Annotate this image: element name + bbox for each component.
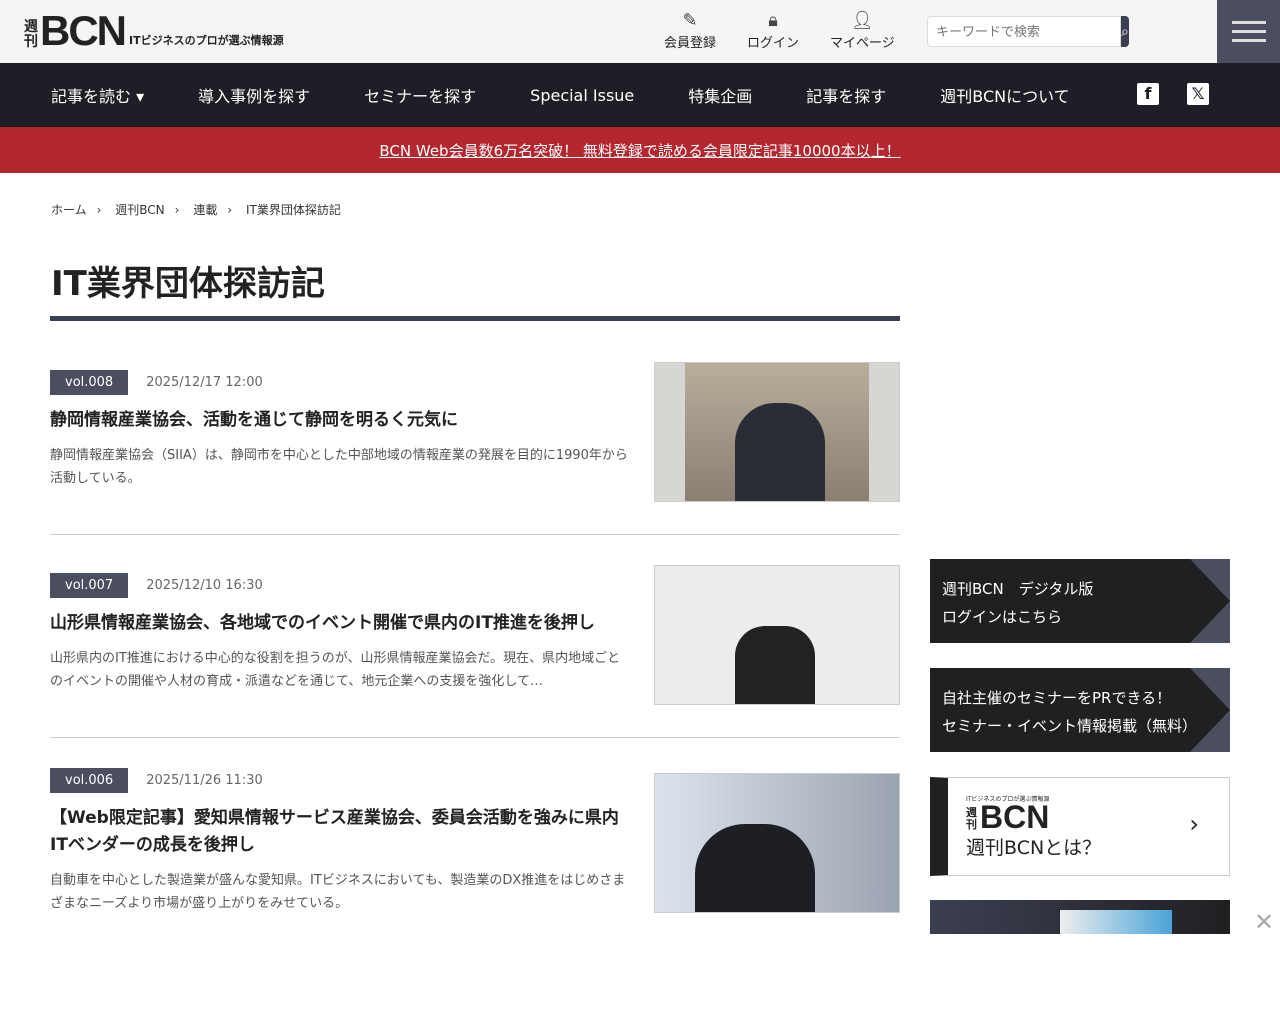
- close-icon[interactable]: ✕: [1254, 908, 1274, 936]
- page-title: IT業界団体探訪記: [51, 264, 325, 304]
- seminar-pr-banner[interactable]: 自社主催のセミナーをPRできる！ セミナー・イベント情報掲載（無料）: [930, 668, 1230, 752]
- search-form: ⌕: [927, 16, 1129, 47]
- article-item[interactable]: vol.006 2025/11/26 11:30 【Web限定記事】愛知県情報サー…: [50, 768, 900, 915]
- main-nav: 記事を読む ▾ 導入事例を探す セミナーを探す Special Issue 特集…: [0, 63, 1280, 127]
- nav-seminars[interactable]: セミナーを探す: [364, 83, 476, 107]
- mypage-button[interactable]: 👤︎ マイページ: [830, 10, 895, 51]
- nav-features[interactable]: 特集企画: [688, 83, 752, 107]
- ad-banner[interactable]: [930, 900, 1230, 934]
- site-logo[interactable]: 週刊 BCN ITビジネスのプロが選ぶ情報源: [24, 10, 284, 52]
- chevron-right-icon: ›: [1189, 810, 1199, 838]
- nav-search-articles[interactable]: 記事を探す: [806, 83, 886, 107]
- article-thumbnail[interactable]: [654, 362, 900, 502]
- user-icon: 👤︎: [850, 10, 874, 31]
- search-button[interactable]: ⌕: [1121, 16, 1129, 47]
- hamburger-menu-button[interactable]: [1217, 0, 1280, 63]
- nav-about[interactable]: 週刊BCNについて: [940, 83, 1069, 107]
- article-item[interactable]: vol.008 2025/12/17 12:00 静岡情報産業協会、活動を通じて静…: [50, 362, 900, 502]
- x-icon[interactable]: 𝕏: [1187, 83, 1209, 105]
- article-thumbnail[interactable]: [654, 773, 900, 913]
- title-divider: [50, 316, 900, 321]
- search-icon: ⌕: [1121, 23, 1129, 40]
- article-thumbnail[interactable]: [654, 565, 900, 705]
- breadcrumb: ホーム › 週刊BCN › 連載 › IT業界団体探訪記: [51, 203, 341, 217]
- nav-case-studies[interactable]: 導入事例を探す: [198, 83, 310, 107]
- article-item[interactable]: vol.007 2025/12/10 16:30 山形県情報産業協会、各地域でのイ…: [50, 565, 900, 705]
- form-pen-icon: ✎: [682, 10, 698, 31]
- search-input[interactable]: [927, 16, 1121, 47]
- top-header: 週刊 BCN ITビジネスのプロが選ぶ情報源 ✎ 会員登録 🔒︎ ログイン 👤︎ マイ…: [0, 0, 1280, 63]
- promo-link[interactable]: BCN Web会員数6万名突破！ 無料登録で読める会員限定記事10000本以上！: [379, 140, 900, 161]
- digital-edition-login-banner[interactable]: 週刊BCN デジタル版 ログインはこちら: [930, 559, 1230, 643]
- nav-read-articles[interactable]: 記事を読む ▾: [51, 83, 144, 107]
- about-bcn-banner[interactable]: ITビジネスのプロが選ぶ情報源 週刊 BCN 週刊BCNとは？ ›: [930, 777, 1230, 876]
- divider: [50, 737, 900, 738]
- register-button[interactable]: ✎ 会員登録: [664, 10, 716, 51]
- lock-icon: 🔒︎: [768, 10, 778, 31]
- facebook-icon[interactable]: f: [1137, 83, 1159, 105]
- divider: [50, 534, 900, 535]
- promo-banner: BCN Web会員数6万名突破！ 無料登録で読める会員限定記事10000本以上！: [0, 127, 1280, 173]
- login-button[interactable]: 🔒︎ ログイン: [747, 10, 799, 51]
- nav-special-issue[interactable]: Special Issue: [530, 86, 634, 105]
